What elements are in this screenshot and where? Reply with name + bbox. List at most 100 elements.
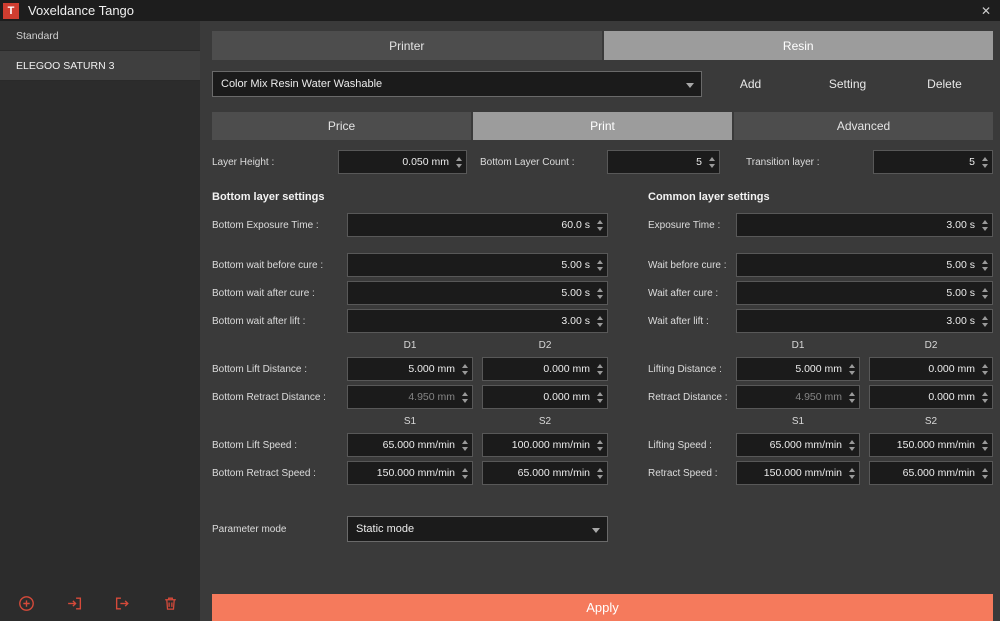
value: 3.00 s [561,315,590,327]
parameter-mode-row: Parameter mode Static mode [212,516,608,542]
field-label: Exposure Time : [648,219,721,231]
spinner-icon[interactable] [977,214,992,236]
column-header-d2: D2 [924,340,938,351]
wait-before-cure-input[interactable]: 5.00 s [736,253,993,277]
spinner-icon[interactable] [457,462,472,484]
sidebar-toolbar [18,595,179,612]
value: 65.000 mm/min [902,467,975,479]
value: 4.950 mm [795,391,842,403]
setting-button[interactable]: Setting [799,77,896,91]
tab-price[interactable]: Price [212,112,471,140]
value: 65.000 mm/min [517,467,590,479]
tab-print[interactable]: Print [473,112,732,140]
apply-button[interactable]: Apply [212,594,993,621]
spinner-icon[interactable] [592,310,607,332]
delete-profile-icon[interactable] [162,595,179,612]
bottom-retract-distance-d1-input[interactable]: 4.950 mm [347,385,473,409]
field-label: Bottom wait after cure : [212,287,315,299]
export-profile-icon[interactable] [114,595,131,612]
value: 0.000 mm [543,363,590,375]
sidebar-item-standard[interactable]: Standard [0,21,200,51]
spinner-icon[interactable] [457,386,472,408]
bottom-lift-distance-d2-input[interactable]: 0.000 mm [482,357,608,381]
wait-after-cure-input[interactable]: 5.00 s [736,281,993,305]
spinner-icon[interactable] [592,358,607,380]
value: 5 [696,156,702,168]
spinner-icon[interactable] [977,358,992,380]
spinner-icon[interactable] [592,462,607,484]
spinner-icon[interactable] [977,386,992,408]
lifting-speed-s1-input[interactable]: 65.000 mm/min [736,433,860,457]
value: 60.0 s [561,219,590,231]
spinner-icon[interactable] [704,151,719,173]
bottom-wait-after-lift-input[interactable]: 3.00 s [347,309,608,333]
wait-after-lift-input[interactable]: 3.00 s [736,309,993,333]
bottom-lift-speed-s2-input[interactable]: 100.000 mm/min [482,433,608,457]
bottom-retract-speed-s1-input[interactable]: 150.000 mm/min [347,461,473,485]
spinner-icon[interactable] [977,254,992,276]
spinner-icon[interactable] [457,358,472,380]
resin-profile-dropdown[interactable]: Color Mix Resin Water Washable [212,71,702,97]
field-label: Wait before cure : [648,259,727,271]
spinner-icon[interactable] [592,434,607,456]
field-label: Retract Distance : [648,391,728,403]
transition-layer-input[interactable]: 5 [873,150,993,174]
column-header-d1: D1 [403,340,417,351]
lifting-distance-d1-input[interactable]: 5.000 mm [736,357,860,381]
retract-distance-d2-input[interactable]: 0.000 mm [869,385,993,409]
bottom-exposure-time-input[interactable]: 60.0 s [347,213,608,237]
delete-button[interactable]: Delete [896,77,993,91]
spinner-icon[interactable] [977,282,992,304]
spinner-icon[interactable] [977,462,992,484]
parameter-mode-dropdown[interactable]: Static mode [347,516,608,542]
spinner-icon[interactable] [844,462,859,484]
add-profile-icon[interactable] [18,595,35,612]
sidebar-item-elegoo-saturn-3[interactable]: ELEGOO SATURN 3 [0,51,200,81]
section-tabs: Price Print Advanced [212,112,993,140]
value: 5.00 s [946,287,975,299]
spinner-icon[interactable] [977,310,992,332]
bottom-lift-distance-d1-input[interactable]: 5.000 mm [347,357,473,381]
spinner-icon[interactable] [592,254,607,276]
tab-resin[interactable]: Resin [603,31,993,60]
spinner-icon[interactable] [977,434,992,456]
add-button[interactable]: Add [702,77,799,91]
bottom-retract-speed-s2-input[interactable]: 65.000 mm/min [482,461,608,485]
spinner-icon[interactable] [844,434,859,456]
spinner-icon[interactable] [451,151,466,173]
bottom-layer-count-input[interactable]: 5 [607,150,720,174]
field-label: Retract Speed : [648,467,718,479]
spinner-icon[interactable] [844,386,859,408]
bottom-wait-after-cure-input[interactable]: 5.00 s [347,281,608,305]
app-window: T Voxeldance Tango ✕ Standard ELEGOO SAT… [0,0,1000,621]
retract-distance-d1-input[interactable]: 4.950 mm [736,385,860,409]
spinner-icon[interactable] [592,386,607,408]
close-icon[interactable]: ✕ [981,0,991,21]
retract-speed-s1-input[interactable]: 150.000 mm/min [736,461,860,485]
bottom-lift-speed-s1-input[interactable]: 65.000 mm/min [347,433,473,457]
general-settings-row: Layer Height : 0.050 mm Bottom Layer Cou… [212,150,993,174]
bottom-retract-distance-d2-input[interactable]: 0.000 mm [482,385,608,409]
tab-printer[interactable]: Printer [212,31,602,60]
layer-height-input[interactable]: 0.050 mm [338,150,467,174]
field-label: Bottom Lift Speed : [212,439,298,451]
bottom-wait-before-cure-input[interactable]: 5.00 s [347,253,608,277]
spinner-icon[interactable] [844,358,859,380]
retract-speed-s2-input[interactable]: 65.000 mm/min [869,461,993,485]
chevron-down-icon [686,83,694,88]
spinner-icon[interactable] [457,434,472,456]
lifting-speed-s2-input[interactable]: 150.000 mm/min [869,433,993,457]
value: 100.000 mm/min [511,439,590,451]
spinner-icon[interactable] [592,214,607,236]
lifting-distance-d2-input[interactable]: 0.000 mm [869,357,993,381]
spinner-icon[interactable] [592,282,607,304]
import-profile-icon[interactable] [66,595,83,612]
spinner-icon[interactable] [977,151,992,173]
tab-advanced[interactable]: Advanced [734,112,993,140]
value: 0.000 mm [543,391,590,403]
section-title: Common layer settings [648,191,770,203]
app-title: Voxeldance Tango [28,3,135,18]
exposure-time-input[interactable]: 3.00 s [736,213,993,237]
sidebar-item-label: ELEGOO SATURN 3 [16,59,115,72]
value: 5.000 mm [795,363,842,375]
